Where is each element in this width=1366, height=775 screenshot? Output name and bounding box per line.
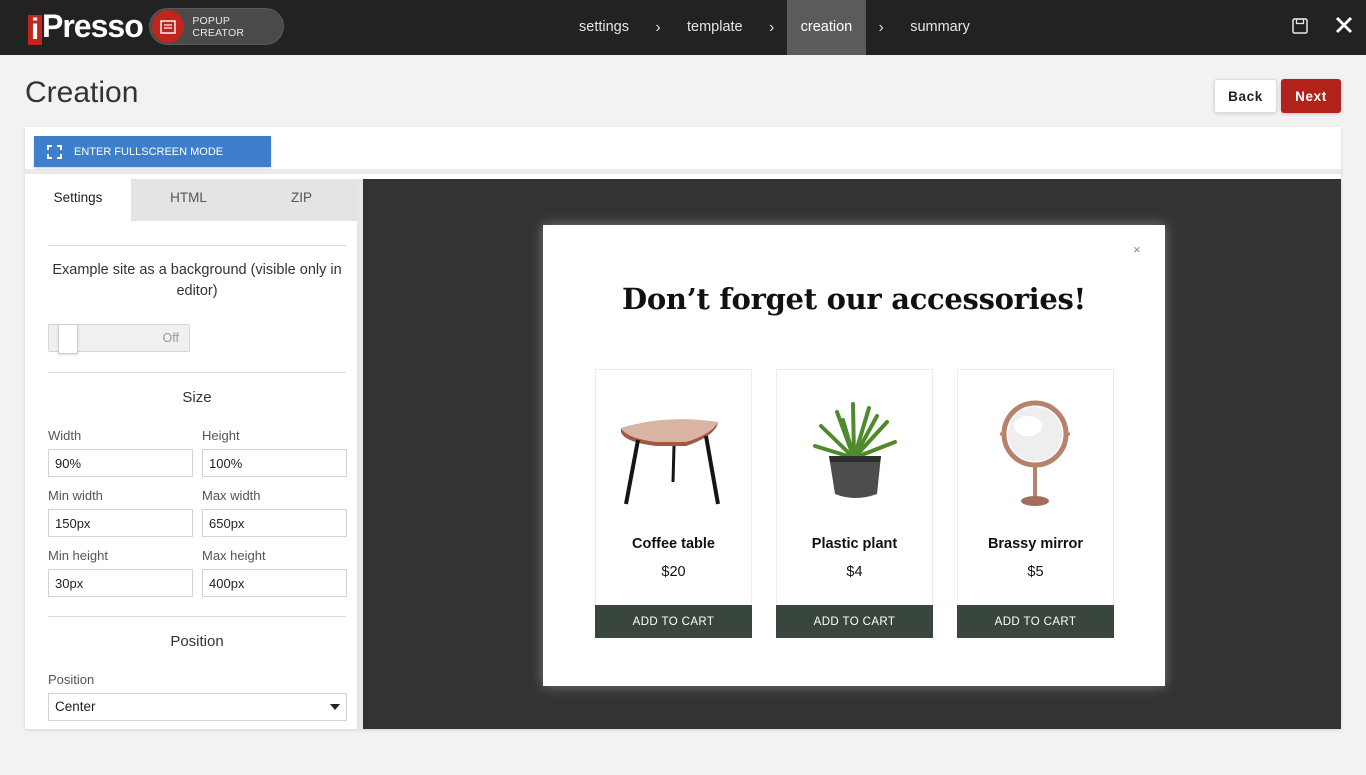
popup-close-icon[interactable]: × bbox=[1133, 242, 1141, 257]
fullscreen-icon bbox=[47, 144, 62, 159]
popup-preview: × Don’t forget our accessories! Coffee t… bbox=[543, 225, 1165, 686]
product-name: POPUP CREATOR bbox=[192, 14, 245, 39]
editor-panel: ENTER FULLSCREEN MODE Settings HTML ZIP … bbox=[25, 127, 1341, 729]
divider bbox=[48, 372, 346, 373]
product-name: Brassy mirror bbox=[987, 536, 1084, 552]
product-badge: POPUP CREATOR bbox=[149, 8, 284, 45]
toggle-knob[interactable] bbox=[58, 324, 78, 354]
min-height-input[interactable] bbox=[48, 569, 193, 597]
plant-image bbox=[777, 390, 932, 515]
caret-down-icon bbox=[330, 704, 340, 710]
step-creation[interactable]: creation bbox=[786, 0, 867, 55]
product-card: Plastic plant $4 ADD TO CART bbox=[776, 369, 933, 638]
tab-html[interactable]: HTML bbox=[131, 179, 246, 221]
logo-mark: i bbox=[28, 15, 42, 45]
position-label: Position bbox=[48, 672, 95, 687]
min-height-label: Min height bbox=[48, 548, 108, 563]
position-select[interactable]: Center bbox=[48, 693, 347, 721]
max-height-label: Max height bbox=[202, 548, 266, 563]
height-input[interactable] bbox=[202, 449, 347, 477]
popup-creator-icon bbox=[152, 10, 185, 43]
popup-title: Don’t forget our accessories! bbox=[622, 282, 1086, 316]
add-to-cart-button[interactable]: ADD TO CART bbox=[776, 605, 933, 638]
mirror-image bbox=[958, 390, 1113, 515]
wizard-steps: settings › template › creation › summary bbox=[565, 0, 984, 55]
step-settings[interactable]: settings bbox=[565, 0, 643, 55]
save-icon[interactable] bbox=[1290, 16, 1310, 36]
height-label: Height bbox=[202, 428, 240, 443]
width-label: Width bbox=[48, 428, 82, 443]
product-price: $5 bbox=[1027, 564, 1044, 580]
chevron-right-icon: › bbox=[768, 19, 775, 36]
settings-sidebar: Settings HTML ZIP Example site as a back… bbox=[25, 179, 363, 729]
size-section-title: Size bbox=[182, 389, 212, 406]
coffee-table-image bbox=[596, 390, 751, 515]
product-name: Coffee table bbox=[632, 536, 715, 552]
min-width-input[interactable] bbox=[48, 509, 193, 537]
chevron-right-icon: › bbox=[878, 19, 884, 36]
toggle-state: Off bbox=[162, 331, 179, 345]
logo-text: Presso bbox=[42, 7, 144, 44]
close-icon[interactable] bbox=[1333, 14, 1355, 36]
product-price: $20 bbox=[661, 564, 686, 580]
preview-canvas: × Don’t forget our accessories! Coffee t… bbox=[363, 179, 1341, 729]
fullscreen-label: ENTER FULLSCREEN MODE bbox=[74, 145, 224, 158]
product-price: $4 bbox=[846, 564, 863, 580]
sidebar-tabs: Settings HTML ZIP bbox=[25, 179, 357, 221]
position-section-title: Position bbox=[170, 633, 224, 650]
next-button[interactable]: Next bbox=[1281, 79, 1341, 113]
tab-settings[interactable]: Settings bbox=[25, 179, 131, 221]
chevron-right-icon: › bbox=[655, 19, 661, 36]
product-name: Plastic plant bbox=[811, 536, 898, 552]
page-title: Creation bbox=[25, 76, 139, 109]
width-input[interactable] bbox=[48, 449, 193, 477]
background-toggle[interactable]: Off bbox=[48, 324, 190, 354]
divider bbox=[48, 616, 346, 617]
product-card: Brassy mirror $5 ADD TO CART bbox=[957, 369, 1114, 638]
background-toggle-label: Example site as a background (visible on… bbox=[52, 262, 342, 299]
max-width-input[interactable] bbox=[202, 509, 347, 537]
min-width-label: Min width bbox=[48, 488, 103, 503]
max-height-input[interactable] bbox=[202, 569, 347, 597]
divider bbox=[48, 245, 346, 246]
step-template[interactable]: template bbox=[673, 0, 757, 55]
top-bar: i Presso POPUP CREATOR settings › templa… bbox=[0, 0, 1366, 55]
ipresso-logo[interactable]: i Presso bbox=[28, 6, 144, 46]
back-button[interactable]: Back bbox=[1214, 79, 1277, 113]
add-to-cart-button[interactable]: ADD TO CART bbox=[595, 605, 752, 638]
position-select-value: Center bbox=[55, 699, 96, 714]
tab-zip[interactable]: ZIP bbox=[246, 179, 357, 221]
max-width-label: Max width bbox=[202, 488, 261, 503]
product-card: Coffee table $20 ADD TO CART bbox=[595, 369, 752, 638]
editor-toolbar: ENTER FULLSCREEN MODE bbox=[25, 127, 1341, 174]
step-summary[interactable]: summary bbox=[896, 0, 984, 55]
add-to-cart-button[interactable]: ADD TO CART bbox=[957, 605, 1114, 638]
fullscreen-button[interactable]: ENTER FULLSCREEN MODE bbox=[34, 136, 271, 167]
